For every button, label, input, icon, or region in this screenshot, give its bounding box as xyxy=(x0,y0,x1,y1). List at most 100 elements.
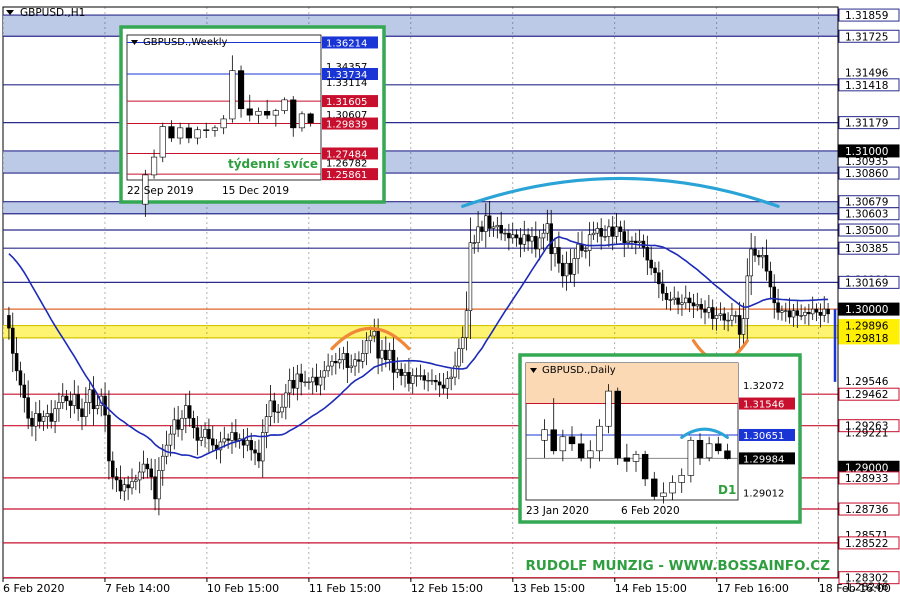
candle-body xyxy=(434,379,438,383)
candle-body xyxy=(518,237,523,245)
candle-body xyxy=(464,310,469,338)
candle-body xyxy=(310,376,315,383)
candle-body xyxy=(95,405,100,410)
candle-body xyxy=(195,427,200,441)
weekly-inset: 1.362141.343571.337341.331141.316051.306… xyxy=(119,25,386,217)
candle-body xyxy=(345,353,350,368)
candle-body xyxy=(457,348,461,367)
inset-candle-body xyxy=(605,390,612,427)
candle-body xyxy=(368,335,373,342)
inset-candle-body xyxy=(177,127,184,139)
candle-body xyxy=(649,259,653,269)
inset-candle-body xyxy=(298,113,306,129)
candle-body xyxy=(691,302,696,307)
candle-body xyxy=(568,262,573,275)
candle-body xyxy=(134,479,138,482)
inset-candle-body xyxy=(168,126,175,139)
candle-body xyxy=(734,315,738,317)
price-scale: 1.318591.317251.314961.314181.311791.310… xyxy=(833,7,900,594)
candle-body xyxy=(30,417,34,427)
candle-body xyxy=(745,275,750,319)
symbol-label: GBPUSD.,H1 xyxy=(20,7,85,19)
candle-body xyxy=(510,234,515,239)
candle-body xyxy=(780,310,784,313)
candle-body xyxy=(707,307,711,313)
candle-body xyxy=(34,413,38,427)
candle-body xyxy=(53,408,57,422)
candle-body xyxy=(441,384,446,389)
inset-candle-body xyxy=(211,127,219,131)
price-label: 1.30603 xyxy=(845,209,888,221)
inset-candle-body xyxy=(237,70,245,110)
candle-body xyxy=(264,416,269,433)
candle-body xyxy=(49,413,53,422)
candle-body xyxy=(784,310,788,312)
candle-body xyxy=(276,411,280,414)
candle-body xyxy=(557,247,561,264)
inset-candle-body xyxy=(220,118,227,129)
inset-caption: týdenní svíce xyxy=(228,157,318,171)
candle-body xyxy=(507,232,511,239)
inset-price-label: 1.29012 xyxy=(743,489,784,500)
candle-body xyxy=(334,361,338,364)
inset-price-label: 1.31546 xyxy=(743,400,784,411)
candle-body xyxy=(7,315,11,329)
candle-body xyxy=(114,476,119,481)
candle-body xyxy=(484,215,488,232)
candle-body xyxy=(57,402,61,410)
price-chart[interactable]: 1.318591.317251.314961.314181.311791.310… xyxy=(0,0,900,600)
inset-candle-body xyxy=(651,478,658,497)
candle-body xyxy=(626,240,630,243)
candle-body xyxy=(480,226,484,232)
price-label: 1.31179 xyxy=(845,118,888,130)
inset-candle-body xyxy=(255,111,262,116)
candle-body xyxy=(199,436,203,441)
inset-candle-body xyxy=(307,113,314,124)
inset-candle-body xyxy=(159,126,166,158)
candle-body xyxy=(272,400,277,413)
candle-body xyxy=(695,304,700,307)
inset-price-label: 1.29839 xyxy=(326,120,367,131)
candle-body xyxy=(353,359,357,367)
inset-price-label: 1.36214 xyxy=(326,38,367,49)
candle-body xyxy=(522,234,527,245)
candle-body xyxy=(680,302,684,305)
candle-body xyxy=(422,375,427,381)
candle-body xyxy=(710,307,715,319)
candle-body xyxy=(668,299,673,301)
candle-body xyxy=(530,236,534,242)
candle-body xyxy=(514,234,519,239)
candle-body xyxy=(749,248,753,277)
candle-body xyxy=(576,243,580,259)
inset-candle-body xyxy=(559,436,567,452)
candle-body xyxy=(718,313,723,316)
inset-candle-body xyxy=(194,129,201,139)
inset-candle-body xyxy=(687,439,695,476)
inset-candle-body xyxy=(577,443,585,459)
price-label: 1.30860 xyxy=(845,168,888,180)
candle-body xyxy=(110,460,115,478)
candle-body xyxy=(587,234,592,251)
candle-body xyxy=(722,313,727,321)
candle-body xyxy=(553,247,557,255)
candle-body xyxy=(61,395,65,403)
candle-body xyxy=(468,242,473,311)
inset-candle-body xyxy=(678,475,685,483)
candle-body xyxy=(803,311,807,316)
candle-body xyxy=(107,414,111,462)
candle-body xyxy=(595,228,600,234)
candle-body xyxy=(45,413,50,417)
candle-body xyxy=(295,373,300,389)
candle-body xyxy=(618,226,623,232)
candle-body xyxy=(768,270,773,288)
time-tick-label: 17 Feb 16:00 xyxy=(717,582,789,595)
candle-body xyxy=(257,452,261,462)
candle-body xyxy=(26,397,30,419)
inset-price-label: 1.25861 xyxy=(326,170,367,181)
candle-body xyxy=(726,319,730,322)
time-tick-label: 7 Feb 14:00 xyxy=(105,582,170,595)
candle-body xyxy=(787,310,792,318)
candle-body xyxy=(599,228,603,237)
inset-candle-body xyxy=(641,454,649,480)
candle-body xyxy=(222,438,227,443)
